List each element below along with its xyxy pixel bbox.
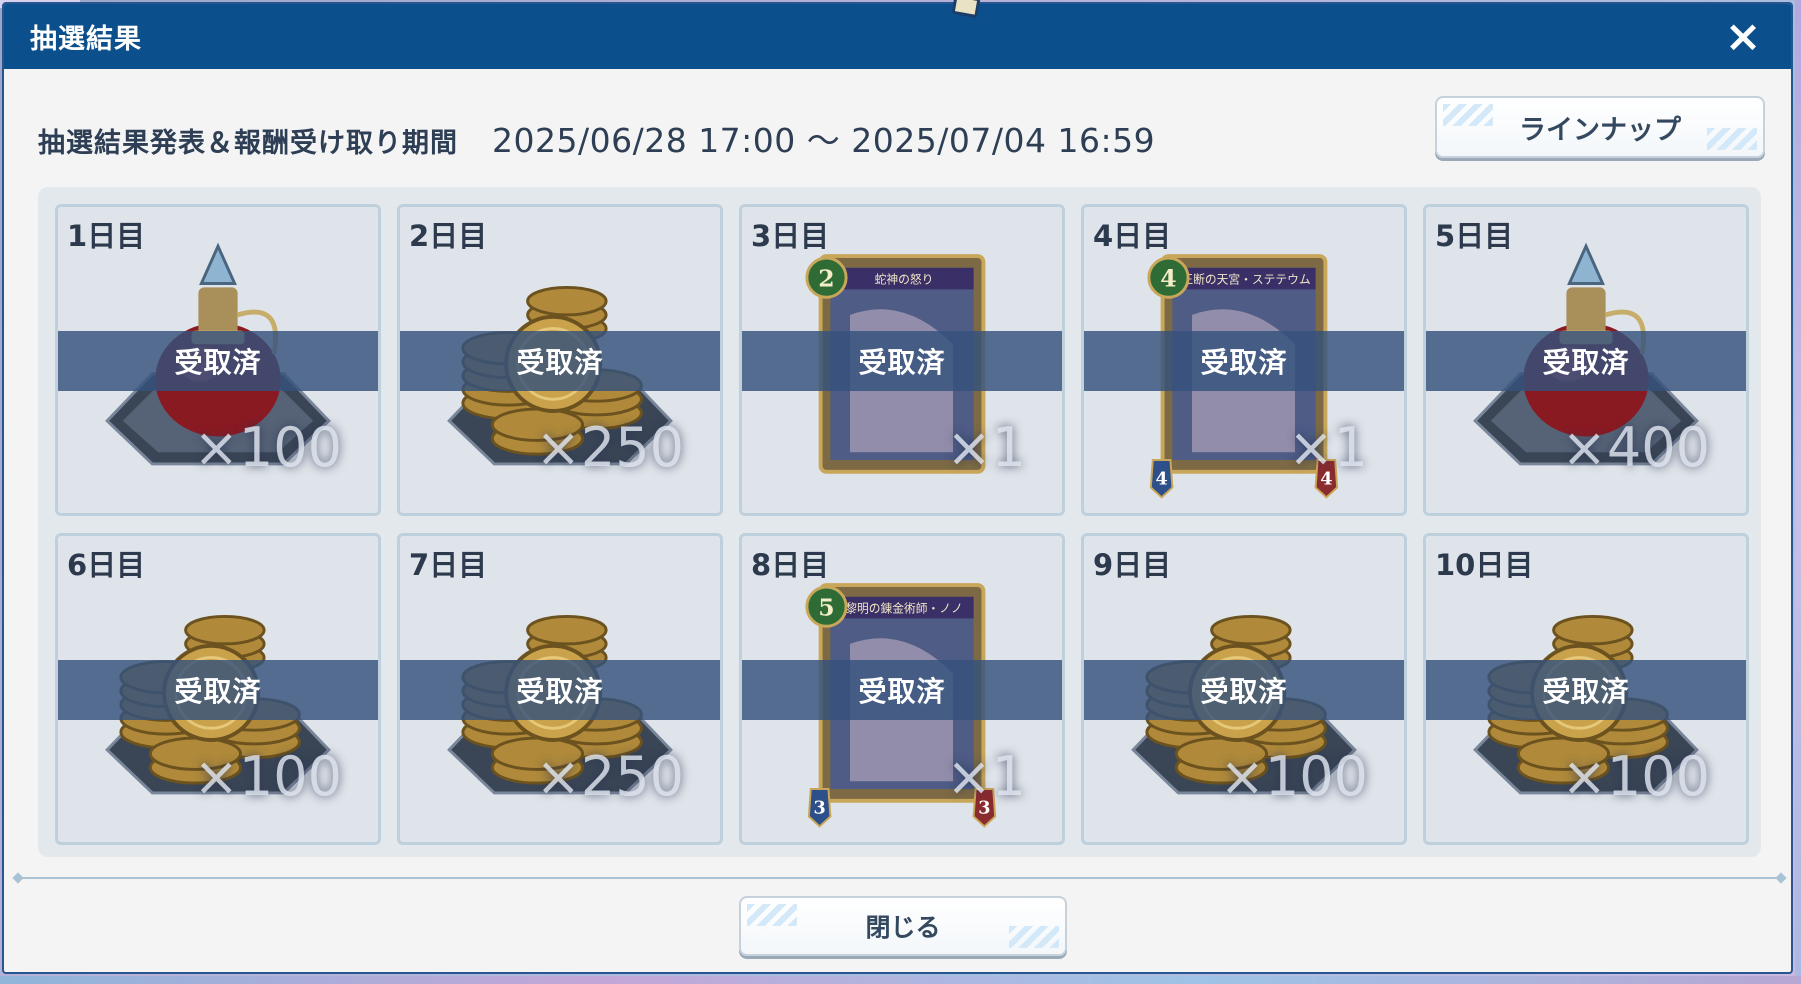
svg-text:4: 4	[1155, 469, 1167, 490]
reward-cell: 5日目受取済 ×400	[1423, 204, 1749, 516]
reward-quantity: ×250	[535, 745, 684, 808]
period-label: 抽選結果発表＆報酬受け取り期間	[38, 128, 458, 159]
reward-quantity: ×100	[193, 416, 342, 479]
reward-quantity: ×1	[946, 416, 1026, 479]
lineup-button[interactable]: ラインナップ	[1435, 96, 1765, 158]
dialog-titlebar: 抽選結果 ×	[4, 4, 1791, 69]
reward-day-label: 2日目	[409, 219, 488, 253]
divider	[18, 877, 1781, 879]
svg-text:蛇神の怒り: 蛇神の怒り	[875, 273, 934, 287]
received-status-banner: 受取済	[1084, 331, 1404, 391]
svg-text:王断の天宮・ステテウム: 王断の天宮・ステテウム	[1181, 273, 1310, 287]
reward-cell: 1日目受取済 ×100	[55, 204, 381, 516]
button-decoration	[1009, 926, 1059, 948]
received-status-banner: 受取済	[1426, 331, 1746, 391]
reward-grid: 1日目受取済 ×100 2日目受取済 ×250 蛇神の怒り 2 3日目受取済	[55, 204, 1749, 845]
reward-day-label: 7日目	[409, 548, 488, 582]
reward-cell: 蛇神の怒り 2 3日目受取済 ×1	[739, 204, 1065, 516]
received-status-banner: 受取済	[1084, 660, 1404, 720]
svg-text:2: 2	[818, 264, 834, 292]
lottery-result-dialog: 抽選結果 × 抽選結果発表＆報酬受け取り期間 2025/06/28 17:00 …	[2, 2, 1793, 974]
reward-cell: 7日目受取済 ×250	[397, 533, 723, 845]
reward-day-label: 9日目	[1093, 548, 1172, 582]
reward-quantity: ×1	[1288, 416, 1368, 479]
svg-text:5: 5	[818, 593, 834, 621]
received-status-banner: 受取済	[1426, 660, 1746, 720]
reward-quantity: ×250	[535, 416, 684, 479]
reward-quantity: ×400	[1561, 416, 1710, 479]
lineup-button-label: ラインナップ	[1519, 114, 1681, 146]
reward-day-label: 6日目	[67, 548, 146, 582]
svg-text:3: 3	[813, 798, 825, 819]
close-button[interactable]: 閉じる	[739, 896, 1067, 956]
svg-text:黎明の錬金術師・ノノ: 黎明の錬金術師・ノノ	[845, 602, 963, 616]
reward-quantity: ×100	[1219, 745, 1368, 808]
received-status-banner: 受取済	[58, 660, 378, 720]
reward-cell: 2日目受取済 ×250	[397, 204, 723, 516]
received-status-banner: 受取済	[742, 660, 1062, 720]
reward-day-label: 1日目	[67, 219, 146, 253]
reward-cell: 10日目受取済 ×100	[1423, 533, 1749, 845]
reward-grid-panel: 1日目受取済 ×100 2日目受取済 ×250 蛇神の怒り 2 3日目受取済	[38, 187, 1761, 857]
background-edge	[1795, 0, 1801, 984]
reward-cell: 9日目受取済 ×100	[1081, 533, 1407, 845]
period-range: 2025/06/28 17:00 ～ 2025/07/04 16:59	[492, 121, 1156, 160]
reward-day-label: 5日目	[1435, 219, 1514, 253]
dialog-title: 抽選結果	[30, 24, 142, 55]
background-strip	[0, 976, 1801, 984]
received-status-banner: 受取済	[742, 331, 1062, 391]
button-decoration	[1443, 104, 1493, 126]
reward-day-label: 10日目	[1435, 548, 1534, 582]
svg-text:4: 4	[1160, 264, 1176, 292]
reward-day-label: 4日目	[1093, 219, 1172, 253]
close-button-label: 閉じる	[865, 913, 941, 942]
reward-day-label: 8日目	[751, 548, 830, 582]
reward-cell: 王断の天宮・ステテウム 4 4 4 4日目 受取済 ×1	[1081, 204, 1407, 516]
received-status-banner: 受取済	[400, 660, 720, 720]
reward-period: 抽選結果発表＆報酬受け取り期間 2025/06/28 17:00 ～ 2025/…	[38, 114, 1155, 162]
reward-cell: 6日目受取済 ×100	[55, 533, 381, 845]
close-icon[interactable]: ×	[1721, 14, 1765, 59]
button-decoration	[747, 904, 797, 926]
reward-quantity: ×1	[946, 745, 1026, 808]
received-status-banner: 受取済	[400, 331, 720, 391]
reward-cell: 黎明の錬金術師・ノノ 5 3 3 8日目 受取済 ×1	[739, 533, 1065, 845]
reward-quantity: ×100	[1561, 745, 1710, 808]
reward-quantity: ×100	[193, 745, 342, 808]
reward-day-label: 3日目	[751, 219, 830, 253]
button-decoration	[1707, 128, 1757, 150]
received-status-banner: 受取済	[58, 331, 378, 391]
